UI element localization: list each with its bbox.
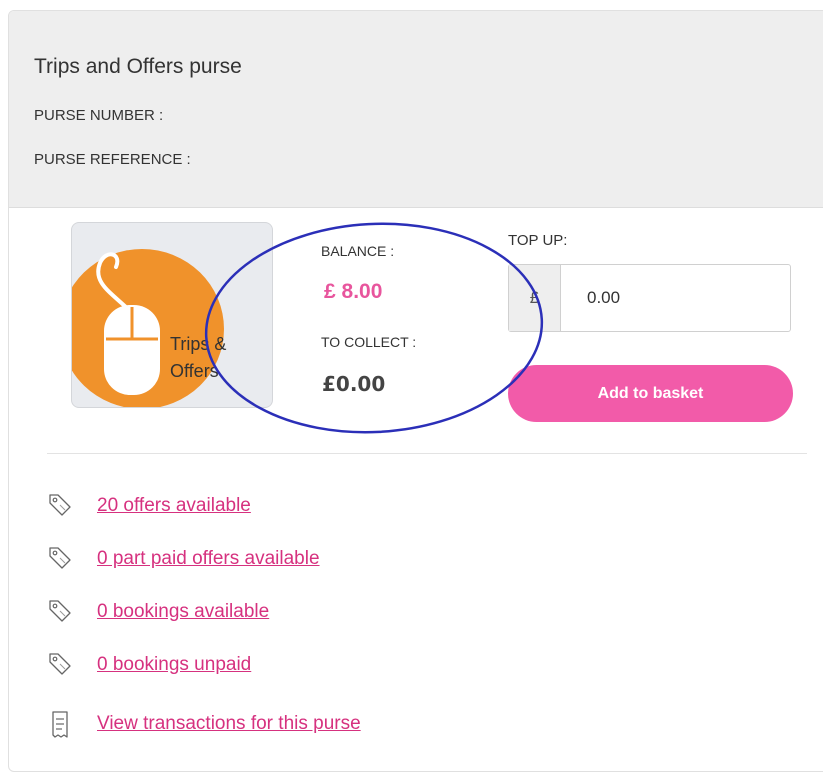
purse-header: Trips and Offers purse PURSE NUMBER : PU… <box>9 11 823 208</box>
purse-image-label: Trips & Offers <box>170 331 226 385</box>
add-to-basket-button[interactable]: Add to basket <box>508 365 793 422</box>
bookings-unpaid-link[interactable]: 0 bookings unpaid <box>97 654 251 676</box>
top-up-input-group: £ <box>508 264 791 332</box>
purse-reference-label: PURSE REFERENCE : <box>34 151 191 168</box>
view-transactions-link[interactable]: View transactions for this purse <box>97 713 361 735</box>
purse-number-label: PURSE NUMBER : <box>34 107 164 124</box>
balance-label: BALANCE : <box>321 243 395 259</box>
part-paid-offers-link[interactable]: 0 part paid offers available <box>97 548 320 570</box>
to-collect-label: TO COLLECT : <box>321 334 417 350</box>
tag-icon <box>49 547 71 569</box>
tag-icon <box>49 653 71 675</box>
purse-image-label-line1: Trips & <box>170 334 227 354</box>
tag-icon <box>49 494 71 516</box>
purse-image: Trips & Offers <box>71 222 273 408</box>
purse-image-label-line2: Offers <box>170 361 219 381</box>
divider <box>47 453 807 454</box>
purse-title: Trips and Offers purse <box>34 55 242 78</box>
offers-available-link[interactable]: 20 offers available <box>97 495 251 517</box>
tag-icon <box>49 600 71 622</box>
currency-prefix: £ <box>509 265 561 331</box>
to-collect-value: £0.00 <box>322 372 386 396</box>
receipt-icon <box>52 711 68 738</box>
bookings-available-link[interactable]: 0 bookings available <box>97 601 269 623</box>
top-up-label: TOP UP: <box>508 232 568 249</box>
balance-value: £ 8.00 <box>324 280 383 303</box>
top-up-amount-input[interactable] <box>561 265 789 331</box>
